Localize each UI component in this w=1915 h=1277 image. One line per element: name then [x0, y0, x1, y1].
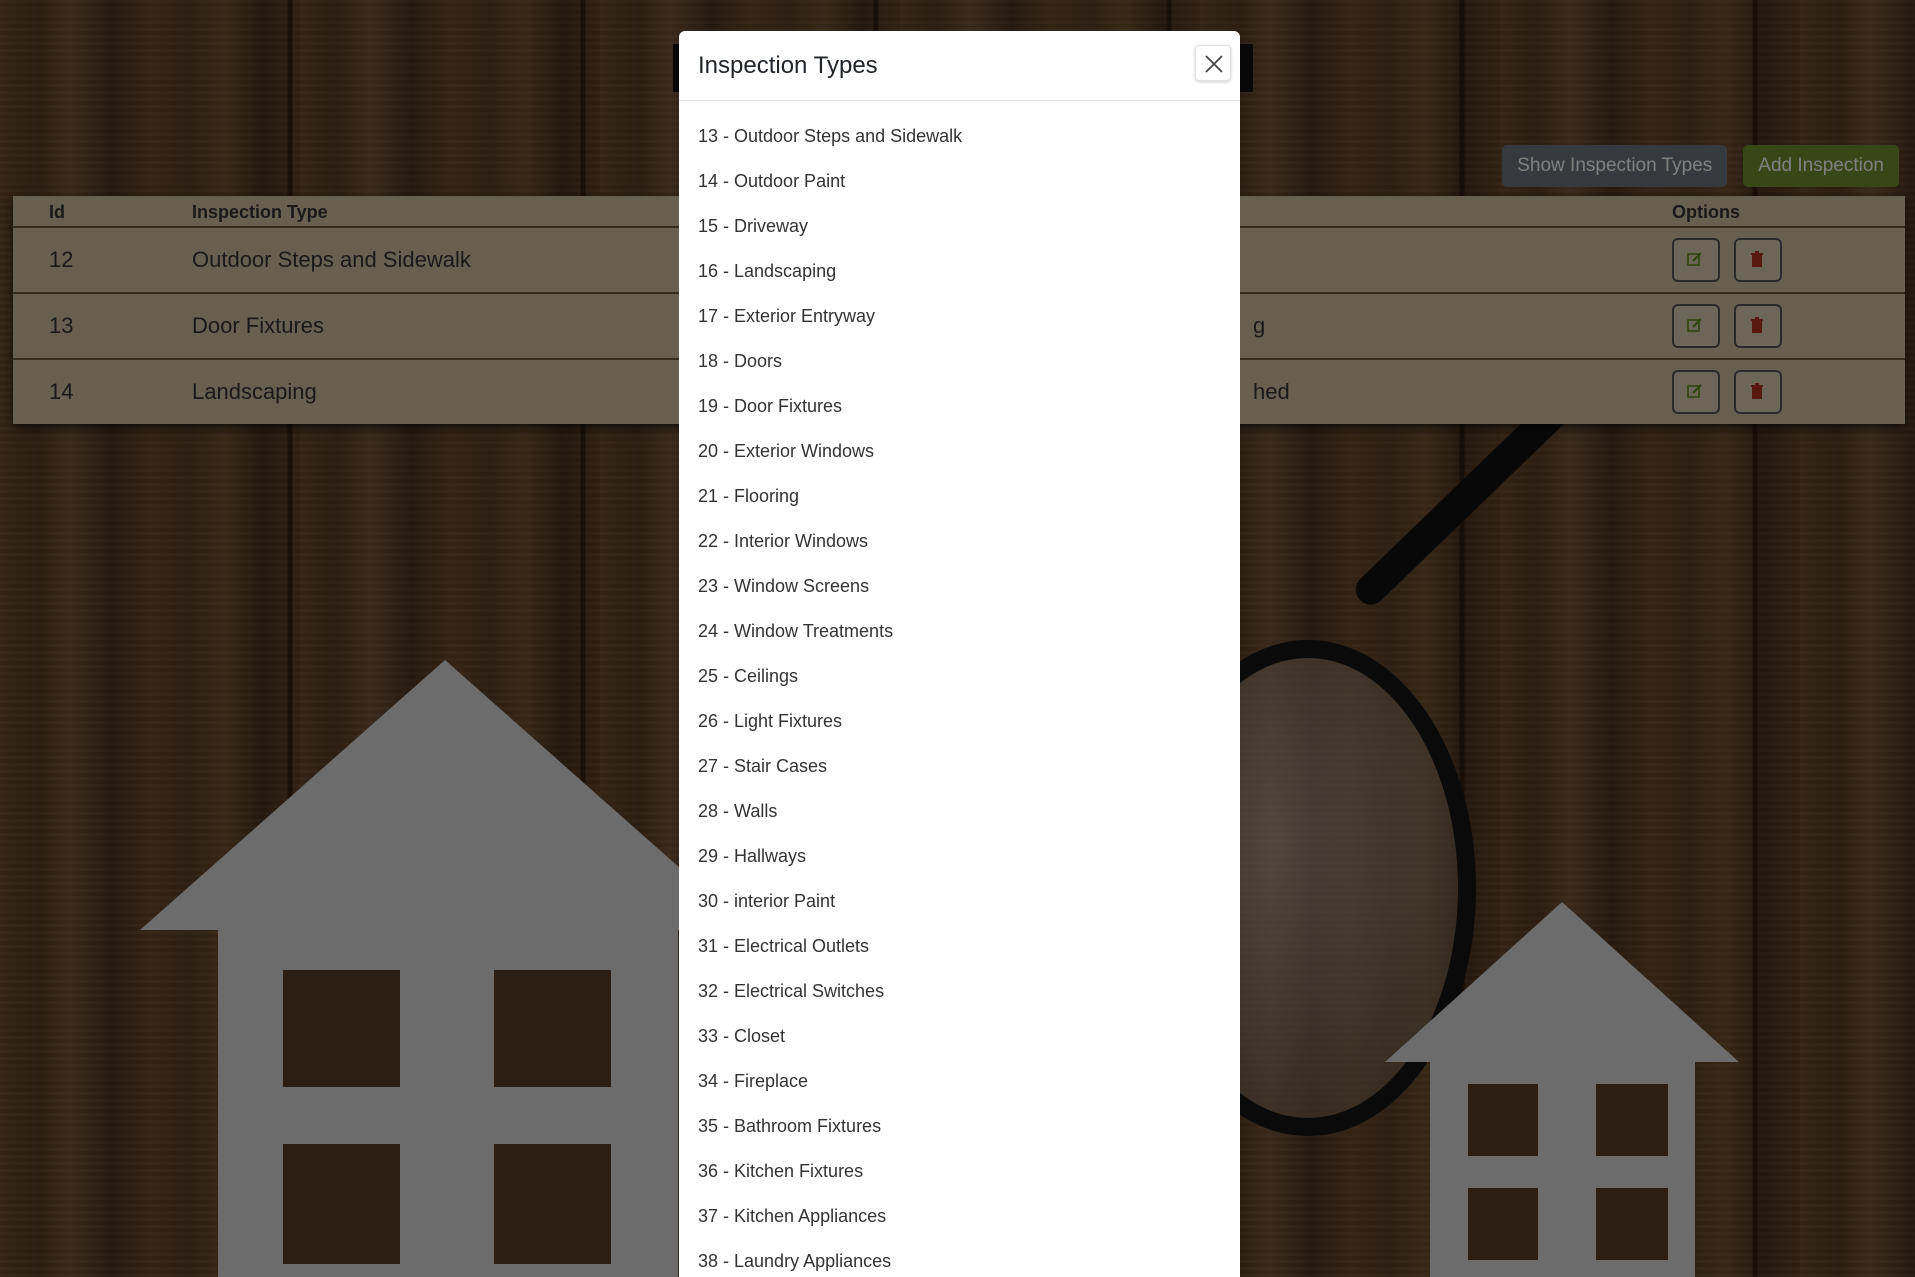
inspection-type-item: 38 - Laundry Appliances: [698, 1251, 892, 1271]
inspection-type-item: 33 - Closet: [698, 1026, 786, 1046]
inspection-type-item: 18 - Doors: [698, 351, 783, 371]
inspection-type-item: 31 - Electrical Outlets: [698, 936, 870, 956]
inspection-type-item: 26 - Light Fixtures: [698, 711, 843, 731]
inspection-type-item: 27 - Stair Cases: [698, 756, 828, 776]
inspection-type-item: 25 - Ceilings: [698, 666, 799, 686]
inspection-type-item: 23 - Window Screens: [698, 576, 870, 596]
inspection-type-item: 24 - Window Treatments: [698, 621, 894, 641]
inspection-type-item: 36 - Kitchen Fixtures: [698, 1161, 864, 1181]
inspection-type-item: 37 - Kitchen Appliances: [698, 1206, 887, 1226]
inspection-type-item: 16 - Landscaping: [698, 261, 837, 281]
inspection-type-item: 34 - Fireplace: [698, 1071, 809, 1091]
inspection-type-item: 32 - Electrical Switches: [698, 981, 885, 1001]
inspection-type-item: 22 - Interior Windows: [698, 531, 869, 551]
inspection-types-modal: Inspection Types 13 - Outdoor Steps and …: [679, 31, 1240, 1277]
inspection-type-item: 29 - Hallways: [698, 846, 807, 866]
inspection-type-item: 28 - Walls: [698, 801, 778, 821]
inspection-type-item: 13 - Outdoor Steps and Sidewalk: [698, 126, 963, 146]
modal-title: Inspection Types: [698, 52, 878, 79]
inspection-type-item: 17 - Exterior Entryway: [698, 306, 876, 326]
modal-body: 13 - Outdoor Steps and Sidewalk 14 - Outd…: [679, 101, 1240, 1277]
inspection-type-item: 14 - Outdoor Paint: [698, 171, 846, 191]
modal-header: Inspection Types: [679, 31, 1240, 101]
inspection-type-item: 35 - Bathroom Fixtures: [698, 1116, 882, 1136]
inspection-type-item: 20 - Exterior Windows: [698, 441, 875, 461]
inspection-type-item: 15 - Driveway: [698, 216, 809, 236]
inspection-type-item: 19 - Door Fixtures: [698, 396, 843, 416]
close-icon: [1205, 55, 1223, 73]
close-button[interactable]: [1195, 45, 1231, 81]
inspection-type-item: 21 - Flooring: [698, 486, 800, 506]
inspection-type-item: 30 - interior Paint: [698, 891, 836, 911]
